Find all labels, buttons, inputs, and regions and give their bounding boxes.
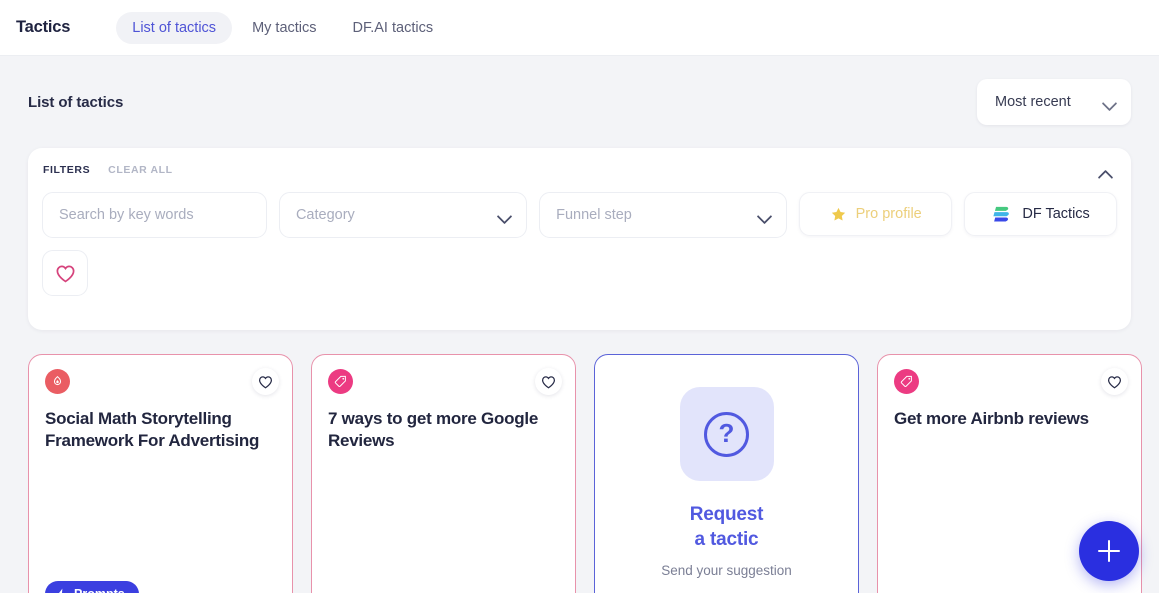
category-dropdown[interactable]: Category <box>279 192 527 238</box>
tactics-card-grid: Social Math Storytelling Framework For A… <box>28 354 1131 593</box>
df-tactics-label: DF Tactics <box>1022 206 1089 222</box>
search-input-wrapper[interactable]: Search by key words <box>42 192 267 238</box>
question-mark-icon: ? <box>704 412 749 457</box>
chevron-down-icon <box>498 211 512 220</box>
heart-outline-icon <box>1107 375 1122 389</box>
add-tactic-fab[interactable] <box>1079 521 1139 581</box>
tactic-card-title: Social Math Storytelling Framework For A… <box>45 408 260 453</box>
chevron-down-icon <box>1103 98 1117 107</box>
filters-row-primary: Search by key words Category Funnel step… <box>42 192 1117 238</box>
prompts-badge-label: Prompts <box>74 587 125 593</box>
tab-my-tactics[interactable]: My tactics <box>236 12 332 44</box>
tactic-card[interactable]: Social Math Storytelling Framework For A… <box>28 354 293 593</box>
df-logo-icon <box>991 203 1013 225</box>
filters-label: FILTERS <box>43 164 90 176</box>
prompts-badge: Prompts <box>45 581 139 593</box>
filters-collapse-button[interactable] <box>1093 160 1119 186</box>
request-card-title-line1: Request <box>690 504 764 525</box>
app-brand-title: Tactics <box>16 18 70 37</box>
filters-panel: FILTERS CLEAR ALL Search by key words Ca… <box>28 148 1131 330</box>
favorite-toggle-button[interactable] <box>1101 368 1128 395</box>
request-card-title-line2: a tactic <box>695 529 759 550</box>
tactic-card-title: Get more Airbnb reviews <box>894 408 1109 430</box>
sort-dropdown[interactable]: Most recent <box>977 79 1131 125</box>
star-icon <box>830 206 847 223</box>
tactic-card[interactable]: 7 ways to get more Google Reviews Mari <box>311 354 576 593</box>
sort-dropdown-value: Most recent <box>995 94 1071 110</box>
flame-glyph <box>51 375 64 388</box>
tag-icon <box>328 369 353 394</box>
category-dropdown-placeholder: Category <box>296 207 355 223</box>
favorites-filter-button[interactable] <box>42 250 88 296</box>
tactic-card-title: 7 ways to get more Google Reviews <box>328 408 543 453</box>
heart-outline-icon <box>541 375 556 389</box>
plus-icon <box>1098 540 1120 562</box>
tag-glyph <box>334 375 347 388</box>
clear-all-button[interactable]: CLEAR ALL <box>108 164 173 176</box>
favorite-toggle-button[interactable] <box>535 368 562 395</box>
tag-icon <box>894 369 919 394</box>
page-title: List of tactics <box>28 94 123 111</box>
top-navigation-bar: Tactics List of tactics My tactics DF.AI… <box>0 0 1159 56</box>
page-content: List of tactics Most recent FILTERS CLEA… <box>0 56 1159 593</box>
chevron-up-icon <box>1099 169 1113 178</box>
bolt-icon <box>55 587 68 593</box>
heart-outline-icon <box>258 375 273 389</box>
tag-glyph <box>900 375 913 388</box>
search-input-placeholder: Search by key words <box>59 207 194 223</box>
request-tactic-card[interactable]: ? Request a tactic Send your suggestion <box>594 354 859 593</box>
funnel-step-dropdown[interactable]: Funnel step <box>539 192 787 238</box>
question-mark-badge: ? <box>680 387 774 481</box>
request-card-subtitle: Send your suggestion <box>661 563 792 578</box>
filters-row-secondary <box>42 250 1117 296</box>
pro-profile-filter-button[interactable]: Pro profile <box>799 192 952 236</box>
funnel-step-dropdown-placeholder: Funnel step <box>556 207 632 223</box>
flame-icon <box>45 369 70 394</box>
filters-header: FILTERS CLEAR ALL <box>42 164 1117 176</box>
tactic-card-footer: Prompts Sonu Gupta creat <box>45 581 276 593</box>
pro-profile-label: Pro profile <box>856 206 922 222</box>
tab-df-ai-tactics[interactable]: DF.AI tactics <box>337 12 450 44</box>
heart-icon <box>55 264 76 283</box>
favorite-toggle-button[interactable] <box>252 368 279 395</box>
df-tactics-filter-button[interactable]: DF Tactics <box>964 192 1117 236</box>
tab-list-of-tactics[interactable]: List of tactics <box>116 12 232 44</box>
chevron-down-icon <box>758 211 772 220</box>
page-header: List of tactics Most recent <box>28 56 1131 148</box>
request-card-title: Request a tactic <box>690 502 764 552</box>
